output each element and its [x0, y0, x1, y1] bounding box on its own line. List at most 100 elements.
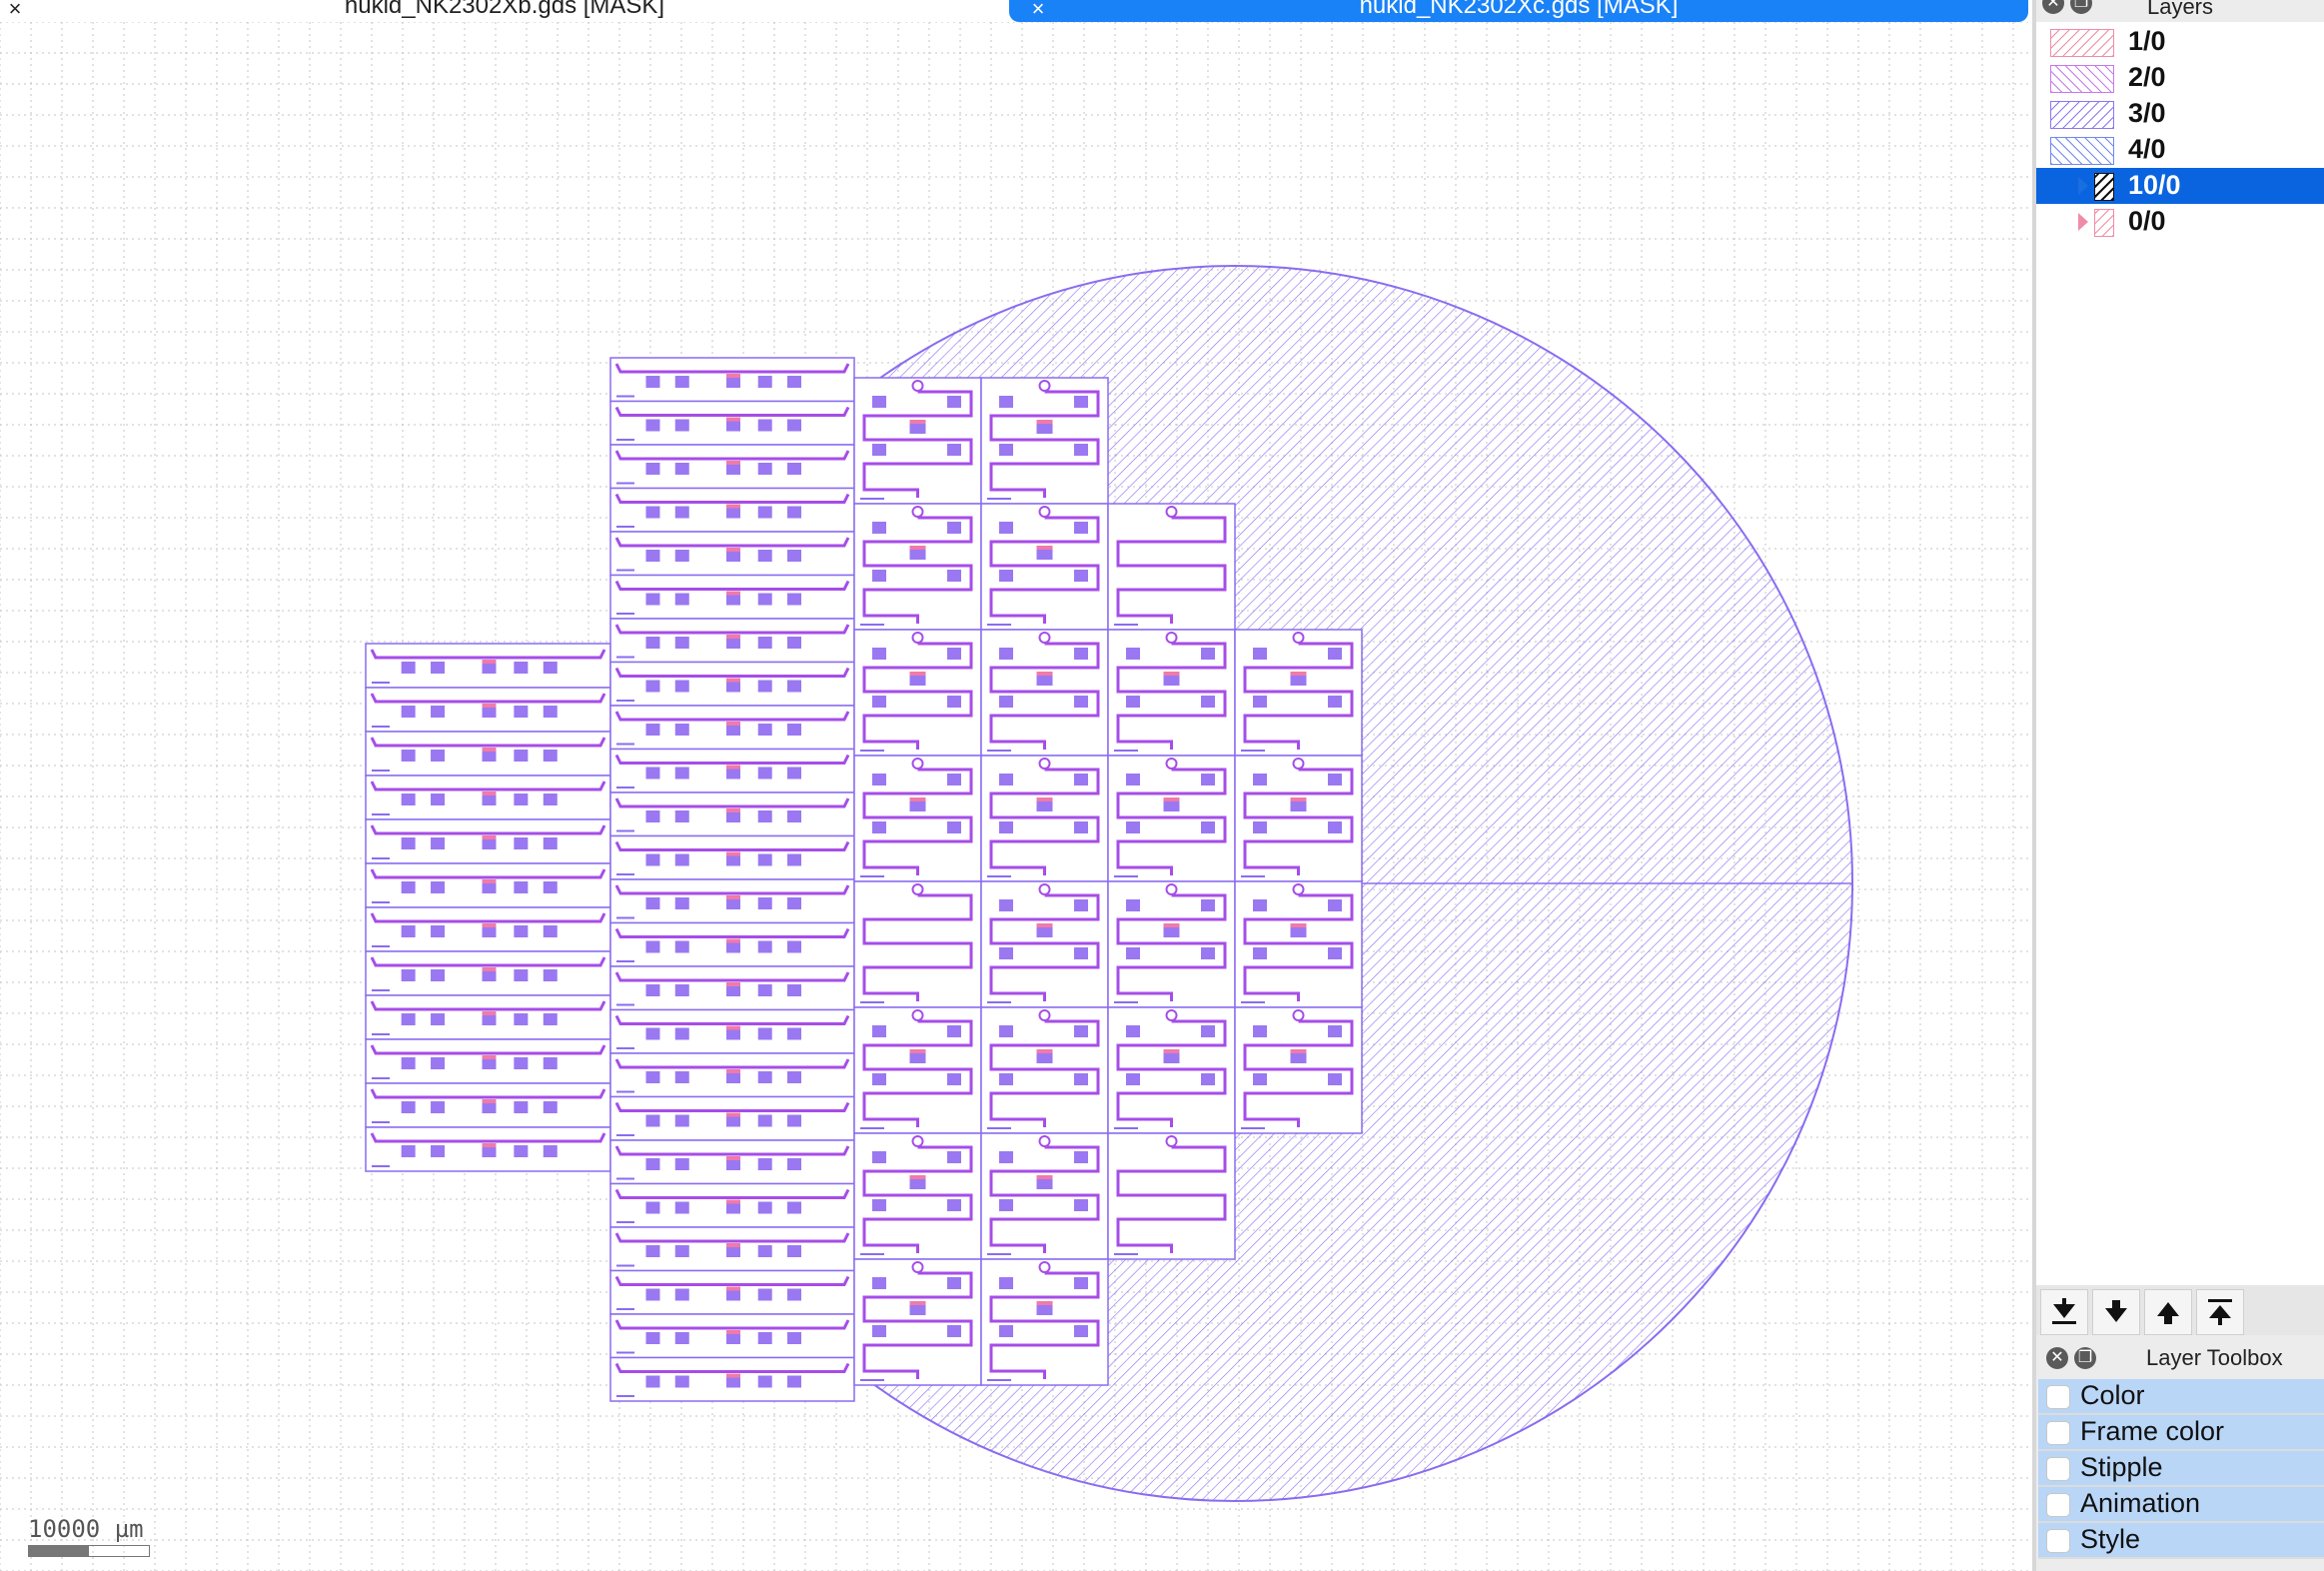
chip-pad — [401, 837, 416, 849]
chip-pad — [757, 724, 772, 736]
chip-id-label — [1114, 1127, 1138, 1129]
chip-id-label — [860, 1127, 884, 1129]
chip-pad — [999, 821, 1013, 833]
chip-pad — [757, 1201, 772, 1214]
chip-marker — [726, 374, 740, 378]
horizontal-chip — [609, 1052, 855, 1098]
expand-checkbox[interactable] — [2046, 1457, 2070, 1481]
chip-pad — [1328, 947, 1342, 959]
chip-pad — [645, 810, 660, 822]
chip-pad — [787, 550, 801, 562]
expand-checkbox[interactable] — [2046, 1493, 2070, 1517]
chip-id-label — [616, 656, 634, 659]
chip-pad — [1201, 696, 1215, 708]
toolbox-item-stipple[interactable]: Stipple — [2038, 1451, 2324, 1487]
chip-id-label — [616, 1221, 634, 1223]
chip-pad — [1074, 444, 1088, 456]
layer-row[interactable]: 4/0 — [2036, 132, 2324, 168]
horizontal-chip — [609, 1182, 855, 1228]
toolbox-item-color[interactable]: Color — [2038, 1379, 2324, 1415]
chip-marker — [482, 748, 497, 752]
vertical-chip — [1234, 755, 1363, 882]
chip-pad — [1074, 1325, 1088, 1337]
chip-pad — [1074, 821, 1088, 833]
chip-pad — [1126, 899, 1140, 911]
chip-marker — [726, 808, 740, 812]
chip-pad — [645, 376, 660, 388]
chip-pad — [645, 463, 660, 475]
tab-nukid-nk2302xb[interactable]: × nukid_NK2302Xb.gds [MASK] — [0, 0, 1009, 22]
chip-pad — [787, 940, 801, 953]
chip-pad — [431, 925, 446, 937]
move-down-button[interactable] — [2092, 1289, 2140, 1335]
chip-pad — [787, 463, 801, 475]
chip-pad — [1253, 774, 1267, 786]
chip-pad — [645, 1332, 660, 1344]
vertical-chip — [853, 880, 982, 1008]
tab-nukid-nk2302xc[interactable]: × nukid_NK2302Xc.gds [MASK] — [1009, 0, 2028, 22]
chip-pad — [1328, 821, 1342, 833]
chip-marker — [1036, 797, 1053, 801]
chip-pad — [787, 1027, 801, 1040]
chip-pad — [999, 899, 1013, 911]
chip-marker — [726, 1243, 740, 1247]
horizontal-chip — [609, 1095, 855, 1141]
chip-pad — [1328, 774, 1342, 786]
chip-pad — [514, 925, 529, 937]
move-up-button[interactable] — [2144, 1289, 2192, 1335]
layer-row[interactable]: 3/0 — [2036, 96, 2324, 132]
expand-arrow-icon[interactable] — [2078, 177, 2088, 195]
move-down-icon — [2105, 1300, 2127, 1322]
horizontal-chip — [609, 1008, 855, 1054]
layer-row[interactable]: 2/0 — [2036, 60, 2324, 96]
layer-row[interactable]: 1/0 — [2036, 24, 2324, 60]
float-toolbox-icon[interactable]: ❐ — [2074, 1347, 2096, 1369]
chip-pad — [431, 881, 446, 893]
horizontal-chip — [609, 1313, 855, 1359]
chip-pad — [1074, 774, 1088, 786]
chip-pad — [1074, 648, 1088, 660]
layout-canvas[interactable]: 10000 µm — [0, 22, 2032, 1571]
chip-pad — [674, 1288, 689, 1301]
move-to-bottom-button[interactable] — [2040, 1289, 2088, 1335]
chip-pad — [757, 463, 772, 475]
chip-pad — [999, 947, 1013, 959]
layer-row[interactable]: 10/0 — [2036, 168, 2324, 204]
chip-pad — [757, 506, 772, 519]
chip-pad — [514, 793, 529, 805]
layer-stipple-swatch-icon — [2094, 173, 2114, 201]
chip-pad — [674, 463, 689, 475]
move-up-icon — [2157, 1302, 2179, 1324]
chip-pad — [872, 1025, 886, 1037]
move-to-top-button[interactable] — [2196, 1289, 2244, 1335]
chip-pad — [872, 1277, 886, 1289]
toolbox-item-animation[interactable]: Animation — [2038, 1487, 2324, 1523]
layer-stipple-swatch-icon — [2050, 137, 2114, 165]
expand-checkbox[interactable] — [2046, 1529, 2070, 1553]
chip-pad — [872, 1073, 886, 1085]
chip-id-label — [616, 1090, 634, 1093]
chip-id-label — [372, 945, 390, 947]
expand-checkbox[interactable] — [2046, 1421, 2070, 1445]
toolbox-item-style[interactable]: Style — [2038, 1523, 2324, 1559]
chip-pad — [787, 637, 801, 649]
layer-name: 0/0 — [2128, 206, 2166, 236]
chip-id-label — [372, 726, 390, 728]
scale-bar: 10000 µm — [28, 1515, 150, 1557]
toolbox-item-frame-color[interactable]: Frame color — [2038, 1415, 2324, 1451]
chip-pad — [543, 969, 558, 981]
chip-pad — [431, 750, 446, 762]
chip-pad — [674, 897, 689, 909]
tab-label: nukid_NK2302Xb.gds [MASK] — [344, 0, 665, 19]
chip-marker — [726, 1112, 740, 1117]
layer-row[interactable]: 0/0 — [2036, 204, 2324, 240]
layer-name: 3/0 — [2128, 98, 2166, 128]
expand-arrow-icon[interactable] — [2078, 213, 2088, 231]
expand-checkbox[interactable] — [2046, 1385, 2070, 1409]
close-toolbox-icon[interactable]: ✕ — [2046, 1347, 2068, 1369]
chip-pad — [543, 793, 558, 805]
move-to-top-icon — [2208, 1299, 2232, 1325]
chip-pad — [514, 1101, 529, 1113]
chip-pad — [645, 1201, 660, 1214]
chip-pad — [645, 940, 660, 953]
